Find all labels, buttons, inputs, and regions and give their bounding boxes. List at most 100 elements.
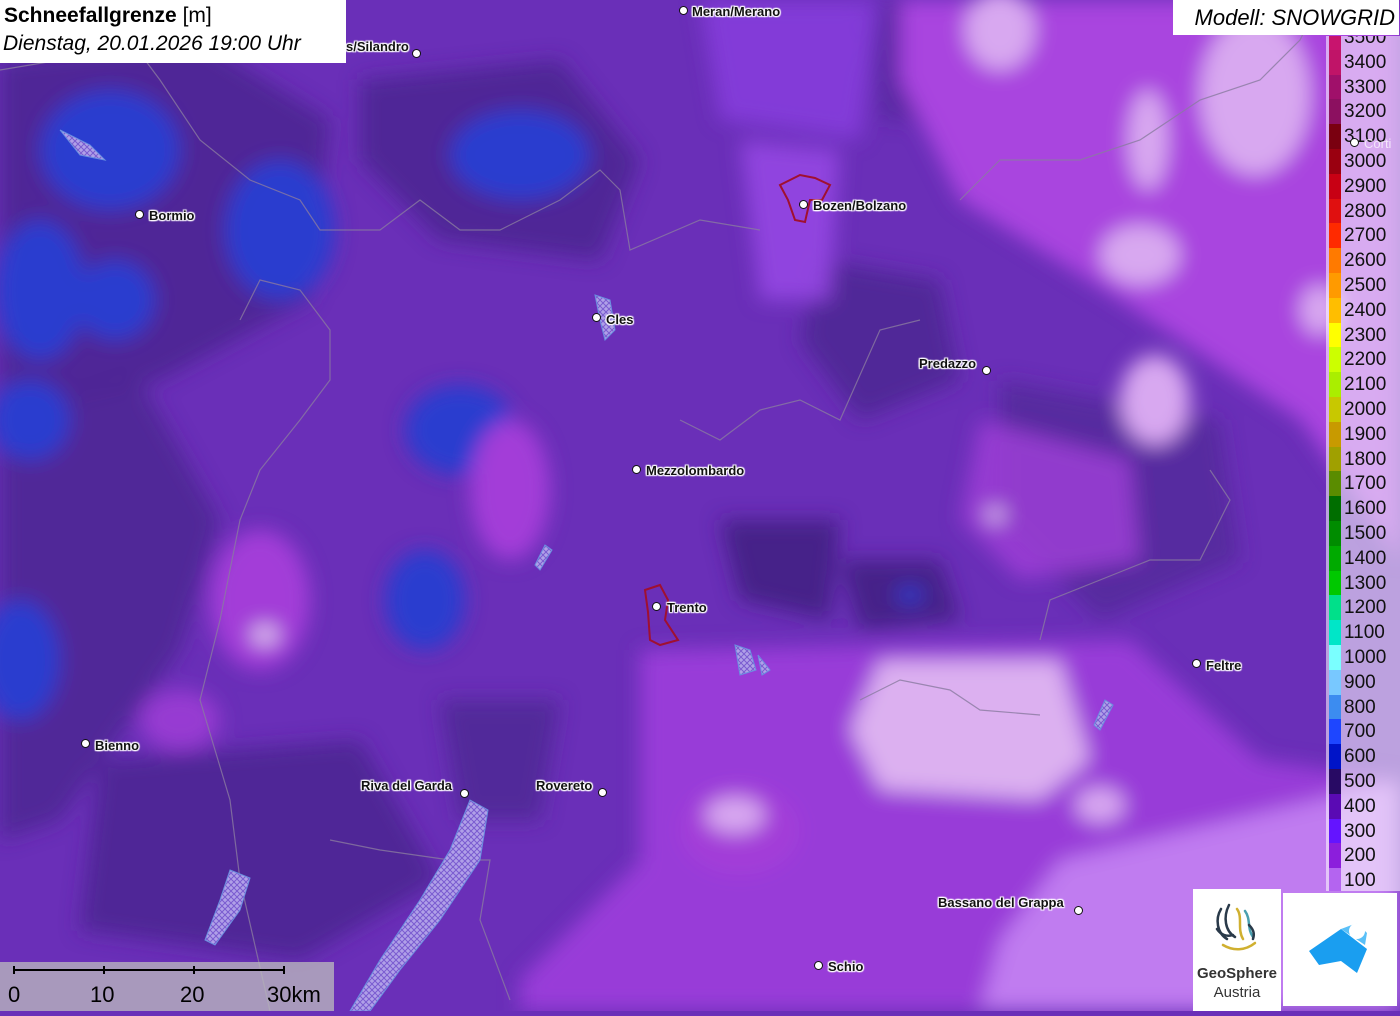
legend-swatch (1329, 545, 1341, 571)
legend-label: 2000 (1344, 399, 1387, 420)
legend-swatch (1329, 595, 1341, 621)
city-marker-icon (135, 210, 144, 219)
legend-swatch (1329, 173, 1341, 199)
map-title: Schneefallgrenze [m] (4, 4, 212, 27)
legend-swatch (1329, 496, 1341, 522)
city-marker-icon (598, 788, 607, 797)
city-marker-icon (679, 6, 688, 15)
legend-label: 2900 (1344, 175, 1387, 197)
legend-label: 2700 (1344, 225, 1387, 247)
city-marker-icon (460, 789, 469, 798)
legend-row: 2600 (1326, 248, 1400, 274)
legend-row: 200 (1326, 843, 1400, 869)
geosphere-logo[interactable]: GeoSphere Austria (1193, 889, 1281, 1011)
legend-label: 1200 (1344, 597, 1387, 619)
legend-label: 100 (1344, 870, 1376, 891)
legend-row: 500 (1326, 769, 1400, 794)
legend-label: 1600 (1344, 498, 1387, 520)
legend-swatch (1329, 744, 1341, 770)
legend-label: 3000 (1344, 151, 1387, 172)
legend-row: 1900 (1326, 421, 1400, 447)
city-label: Rovereto (536, 778, 593, 793)
legend-label: 1700 (1344, 473, 1387, 495)
legend-swatch (1329, 322, 1341, 348)
legend-swatch (1329, 99, 1341, 125)
cloud-arrow-icon (1309, 923, 1367, 973)
city-label: Feltre (1206, 658, 1242, 673)
legend-swatch (1329, 124, 1341, 150)
legend-swatch (1329, 397, 1341, 422)
legend-row: 400 (1326, 793, 1400, 819)
snowfall-limit-map[interactable] (0, 0, 1400, 1011)
legend-label: 2600 (1344, 250, 1387, 272)
city-marker-icon (412, 49, 421, 58)
geosphere-emblem-icon (1215, 903, 1257, 951)
legend-swatch (1329, 223, 1341, 249)
city-label: Trento (667, 600, 707, 615)
legend-swatch (1329, 669, 1341, 695)
city-label: Meran/Merano (692, 4, 781, 19)
legend-row: 2500 (1326, 273, 1400, 298)
city-label: Schio (828, 959, 864, 974)
legend-label: 1000 (1344, 647, 1387, 668)
legend-row: 1600 (1326, 496, 1400, 522)
legend-label: 2800 (1344, 200, 1387, 222)
legend-label: 1500 (1344, 523, 1387, 544)
legend-row: 100 (1326, 868, 1400, 891)
legend-swatch (1329, 719, 1341, 745)
legend-swatch (1329, 248, 1341, 274)
city-label: Mezzolombardo (646, 463, 745, 478)
legend-row: 1100 (1326, 620, 1400, 646)
legend-label: 1100 (1344, 622, 1385, 644)
legend-swatch (1329, 74, 1341, 100)
legend-row: 600 (1326, 744, 1400, 770)
legend-swatch (1329, 347, 1341, 373)
legend-label: 3200 (1344, 101, 1387, 123)
legend-label: 200 (1344, 845, 1376, 867)
legend-label: 3500 (1344, 36, 1387, 48)
legend-row: 1200 (1326, 595, 1400, 621)
city-marker-icon (632, 465, 641, 474)
legend-swatch (1329, 297, 1341, 323)
model-label: Modell: SNOWGRID (1194, 5, 1395, 30)
city-marker-icon (652, 602, 661, 611)
partner-logo[interactable] (1283, 893, 1397, 1006)
scale-label-0: 0 (8, 982, 21, 1007)
legend-row: 900 (1326, 669, 1400, 695)
city-label: s/Silandro (346, 39, 409, 54)
legend-label: 2100 (1344, 374, 1387, 396)
legend-row: 700 (1326, 719, 1400, 745)
scale-bar: 0 10 20 30km (0, 962, 334, 1011)
legend-label: 300 (1344, 820, 1376, 842)
legend-label: 3300 (1344, 76, 1387, 98)
map-title-panel: Schneefallgrenze [m] Dienstag, 20.01.202… (0, 0, 346, 63)
city-label: Riva del Garda (361, 778, 453, 793)
scale-label-30km: 30km (267, 982, 321, 1007)
legend-swatch (1329, 273, 1341, 298)
model-label-panel: Modell: SNOWGRID (1173, 0, 1399, 35)
legend-row: 2200 (1326, 347, 1400, 373)
legend-row: 1000 (1326, 645, 1400, 670)
color-legend: 3500 3400 3300 3200 3100 3000 2900 2800 2700 2600… (1326, 36, 1400, 891)
legend-row: 1700 (1326, 471, 1400, 497)
city-marker-icon (814, 961, 823, 970)
legend-row: 3000 (1326, 149, 1400, 174)
legend-swatch (1329, 471, 1341, 497)
city-label: Bassano del Grappa (938, 895, 1064, 910)
legend-label: 400 (1344, 795, 1376, 817)
legend-label: 2400 (1344, 299, 1387, 321)
legend-label: 1400 (1344, 547, 1387, 569)
city-marker-icon (81, 739, 90, 748)
legend-label: 3400 (1344, 51, 1387, 73)
legend-swatch (1329, 521, 1341, 546)
legend-swatch (1329, 694, 1341, 720)
city-label: Predazzo (919, 356, 977, 371)
legend-swatch (1329, 843, 1341, 869)
legend-row: 1500 (1326, 521, 1400, 546)
legend-row: 3300 (1326, 74, 1400, 100)
legend-row: 800 (1326, 694, 1400, 720)
city-label: Corti (1364, 136, 1392, 151)
city-label: Bormio (149, 208, 195, 223)
legend-swatch (1329, 769, 1341, 794)
legend-row: 3500 (1326, 36, 1400, 50)
